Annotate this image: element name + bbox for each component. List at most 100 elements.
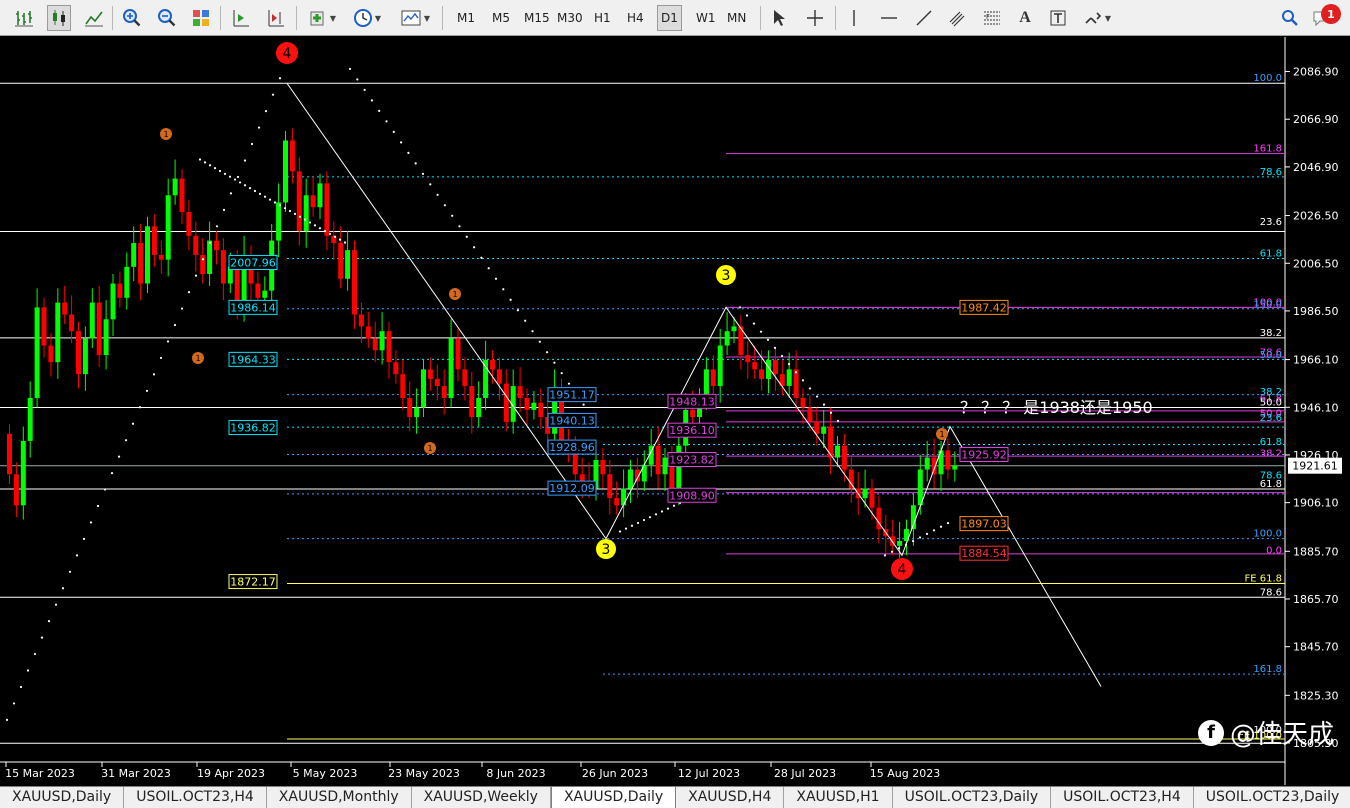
timeframe-d1[interactable]: D1 <box>657 5 682 31</box>
candle-bear <box>427 369 433 379</box>
fibonacci-icon[interactable]: F <box>980 5 1004 31</box>
trendline-icon[interactable] <box>912 5 936 31</box>
sar-dot <box>624 527 628 530</box>
price-tick-label: 2046.90 <box>1293 161 1339 174</box>
sar-dot <box>26 669 30 672</box>
price-box-label: 1964.33 <box>230 353 276 366</box>
price-tick-label: 1845.70 <box>1293 641 1339 654</box>
chart-tab[interactable]: USOIL.OCT23,Daily <box>1194 787 1350 808</box>
sar-dot <box>271 93 275 96</box>
price-box-label: 1872.17 <box>230 576 276 589</box>
line-chart-icon[interactable] <box>82 5 106 31</box>
chart-tab[interactable]: XAUUSD,Monthly <box>267 787 412 808</box>
sar-dot <box>890 550 894 553</box>
candle-bear <box>607 474 613 499</box>
candle-bear <box>841 445 847 470</box>
sar-dot <box>33 652 37 656</box>
sar-dot <box>243 184 247 187</box>
timeframe-m5[interactable]: M5 <box>489 5 513 31</box>
candle-bear <box>455 338 461 370</box>
timeframe-m15[interactable]: M15 <box>521 5 553 31</box>
arrows-menu-button[interactable]: ▼ <box>1080 5 1114 31</box>
search-icon[interactable] <box>1278 5 1302 31</box>
auto-scroll-icon[interactable] <box>229 5 253 31</box>
sar-dot <box>582 403 585 406</box>
horizontal-line-icon[interactable] <box>877 5 901 31</box>
chart-tab[interactable]: XAUUSD,Daily <box>550 787 677 808</box>
zoom-in-icon[interactable] <box>120 5 144 31</box>
timeframe-m30[interactable]: M30 <box>554 5 586 31</box>
timeframe-w1[interactable]: W1 <box>693 5 719 31</box>
candle-bull <box>717 345 723 387</box>
sar-dot <box>759 330 763 333</box>
price-chart[interactable]: 2086.90 2066.90 2046.90 2026.50 2006.50 1986.… <box>0 37 1350 785</box>
periods-menu-button[interactable]: ▼ <box>350 5 384 31</box>
text-label-icon[interactable] <box>1046 5 1070 31</box>
candle-bull <box>110 283 116 320</box>
sar-dot <box>546 351 549 354</box>
chart-tab[interactable]: USOIL.OCT23,H4 <box>1051 787 1194 808</box>
sar-dot <box>618 530 622 533</box>
sar-dot <box>338 238 342 241</box>
candle-bear <box>138 242 144 284</box>
chart-tab[interactable]: XAUUSD,H1 <box>784 787 893 808</box>
candle-bull <box>414 407 420 418</box>
notification-badge[interactable]: 1 <box>1321 4 1341 24</box>
chart-tab[interactable]: USOIL.OCT23,Daily <box>893 787 1052 808</box>
sar-dot <box>553 361 556 364</box>
indicators-menu-button[interactable]: ▼ <box>305 5 339 31</box>
fib-level-label: 150.0 <box>1253 299 1282 310</box>
sar-dot <box>208 241 212 244</box>
chart-canvas[interactable]: 2086.90 2066.90 2046.90 2026.50 2006.50 1986.… <box>0 37 1350 785</box>
watermark-text: @佳天成 <box>1229 720 1334 750</box>
candle-bear <box>772 359 778 375</box>
sar-dot <box>288 209 292 213</box>
chart-shift-icon[interactable] <box>264 5 288 31</box>
sar-dot <box>180 307 184 310</box>
timeframe-mn[interactable]: MN <box>724 5 749 31</box>
sar-dot <box>187 291 191 294</box>
chart-tab[interactable]: XAUUSD,H4 <box>676 787 785 808</box>
sar-dot <box>494 277 498 280</box>
cursor-icon[interactable] <box>767 5 791 31</box>
candle-bear <box>7 433 12 475</box>
sar-dot <box>465 235 468 238</box>
candle-bear <box>310 195 316 208</box>
chart-tab[interactable]: XAUUSD,Daily <box>0 787 125 808</box>
candle-bear <box>220 250 226 284</box>
sar-dot <box>745 314 749 317</box>
timeframe-h1[interactable]: H1 <box>591 5 614 31</box>
templates-menu-button[interactable]: ▼ <box>396 5 434 31</box>
price-box-label: 1936.10 <box>669 424 715 437</box>
candle-bull <box>724 331 730 346</box>
zoom-out-icon[interactable] <box>155 5 179 31</box>
price-box-label: 2007.96 <box>230 257 276 270</box>
text-tool-icon[interactable]: A <box>1013 5 1037 31</box>
price-box-label: 1951.17 <box>549 389 595 402</box>
fib-level-label: 61.8 <box>1260 479 1282 490</box>
timeframe-h4[interactable]: H4 <box>624 5 647 31</box>
sar-dot <box>145 389 149 392</box>
candle-bear <box>469 386 475 418</box>
sar-dot <box>648 516 652 519</box>
price-tick-label: 2026.50 <box>1293 210 1339 223</box>
bar-chart-icon[interactable] <box>12 5 36 31</box>
timeframe-m1[interactable]: M1 <box>454 5 478 31</box>
sar-dot <box>68 570 72 573</box>
sar-dot <box>213 167 217 170</box>
candle-bear <box>814 421 820 434</box>
fib-level-label: 23.6 <box>1260 217 1282 228</box>
date-label: 5 May 2023 <box>293 767 358 780</box>
candle-bear <box>358 314 364 327</box>
crosshair-icon[interactable] <box>803 5 827 31</box>
chart-tab[interactable]: XAUUSD,Weekly <box>412 787 551 808</box>
sar-dot <box>117 455 121 458</box>
candlestick-chart-icon[interactable] <box>47 5 71 31</box>
sar-dot <box>257 126 261 129</box>
sar-dot <box>250 142 254 146</box>
channel-icon[interactable] <box>946 5 970 31</box>
tile-windows-icon[interactable] <box>189 5 213 31</box>
wave-label: 1 <box>427 444 432 453</box>
vertical-line-icon[interactable] <box>842 5 866 31</box>
chart-tab[interactable]: USOIL.OCT23,H4 <box>124 787 267 808</box>
